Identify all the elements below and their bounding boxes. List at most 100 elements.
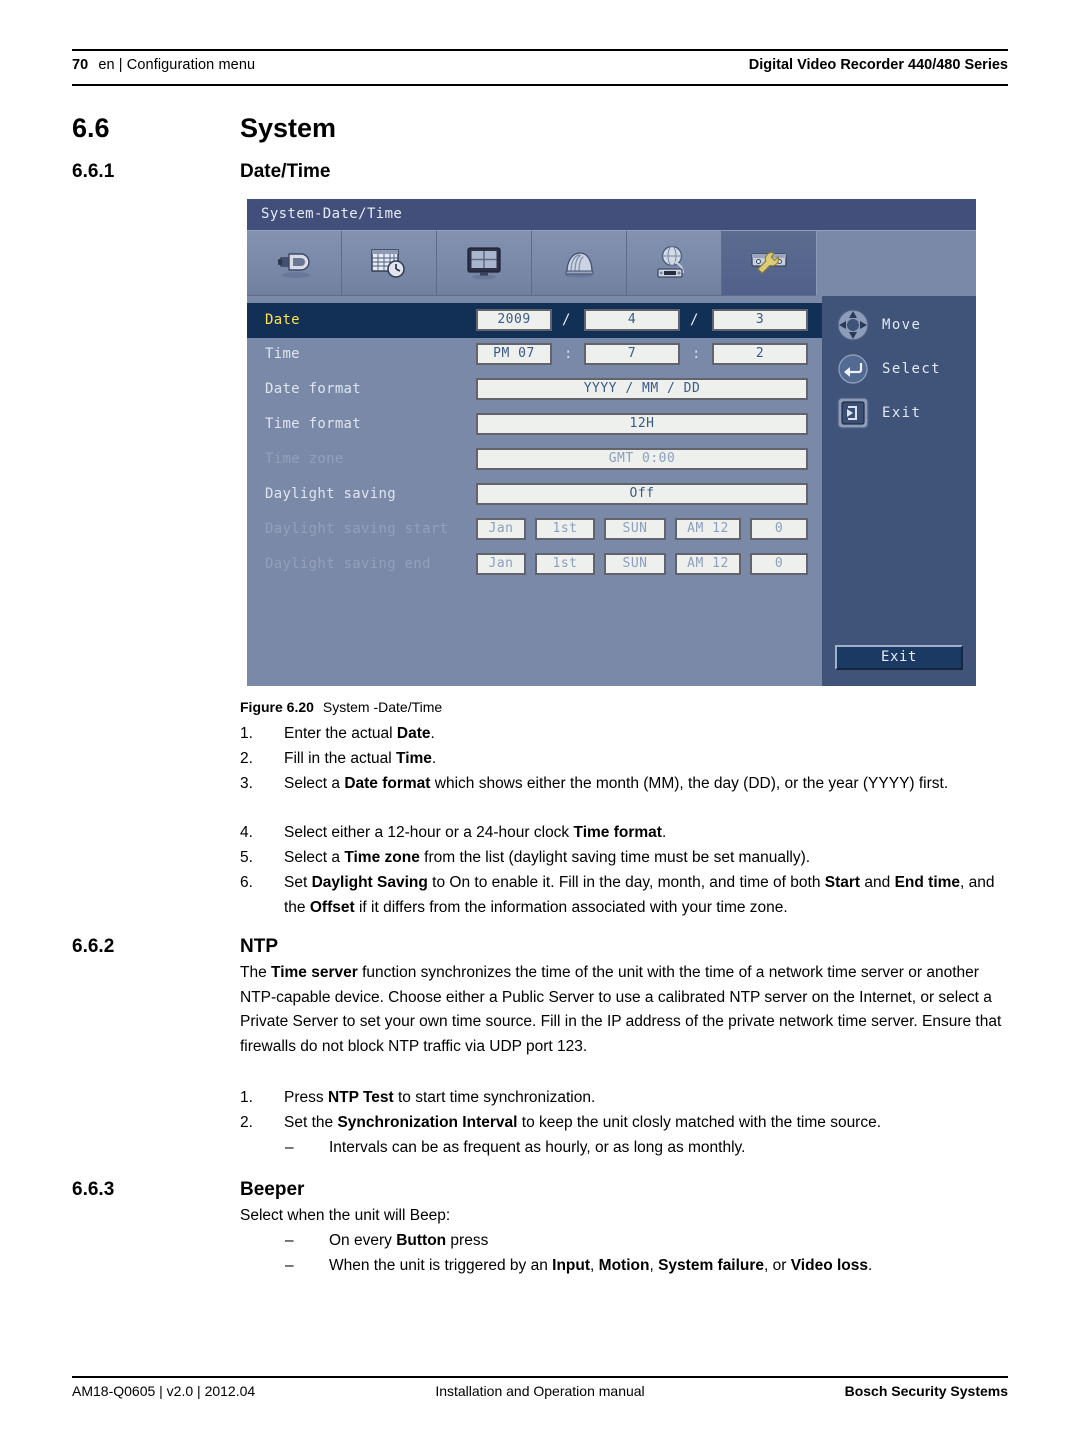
section-title-system: System <box>240 113 337 143</box>
dst-start-hour-field[interactable]: AM 12 <box>675 518 741 540</box>
beeper-item-1: – On every Button press <box>285 1229 1008 1254</box>
datetime-step-3: 3. Select a Date format which shows eith… <box>240 772 1008 797</box>
beeper-item-2: – When the unit is triggered by an Input… <box>285 1254 1008 1279</box>
settings-row-time-format[interactable]: Time format 12H <box>247 407 822 442</box>
settings-row-date-format[interactable]: Date format YYYY / MM / DD <box>247 372 822 407</box>
dst-start-weekday-field[interactable]: SUN <box>604 518 666 540</box>
time-second-field[interactable]: 2 <box>712 343 808 365</box>
dst-end-week-field[interactable]: 1st <box>535 553 595 575</box>
section-number-system: 6.6 <box>72 113 110 143</box>
ntp-paragraph: The Time server function synchronizes th… <box>240 964 1002 1055</box>
step-marker: 5. <box>240 849 253 866</box>
row-label-daylight-saving-start: Daylight saving start <box>265 521 449 537</box>
hint-exit: Exit <box>836 396 921 430</box>
toolbar-button-event[interactable] <box>532 230 627 296</box>
step-marker: 1. <box>240 725 253 742</box>
dst-end-hour-field[interactable]: AM 12 <box>675 553 741 575</box>
substep-text: Intervals can be as frequent as hourly, … <box>329 1139 746 1156</box>
date-year-field[interactable]: 2009 <box>476 309 552 331</box>
datetime-step-6: 6. Set Daylight Saving to On to enable i… <box>240 871 1008 920</box>
step-text: Fill in the actual Time. <box>284 750 437 767</box>
step-text: Set the Synchronization Interval to keep… <box>284 1114 882 1131</box>
settings-row-daylight-saving-start[interactable]: Daylight saving start Jan 1st SUN AM 12 … <box>247 512 822 547</box>
header-left-text: en | Configuration menu <box>98 57 256 73</box>
settings-row-time-zone[interactable]: Time zone GMT 0:00 <box>247 442 822 477</box>
dash-marker: – <box>285 1257 294 1274</box>
row-label-date: Date <box>265 312 300 328</box>
step-marker: 4. <box>240 824 253 841</box>
time-hour-field[interactable]: PM 07 <box>476 343 552 365</box>
system-wrench-icon <box>751 252 787 275</box>
figure-label: Figure 6.20 <box>240 699 314 715</box>
datetime-step-2: 2. Fill in the actual Time. <box>240 747 1008 772</box>
step-text: Select a Date format which shows either … <box>284 775 949 792</box>
schedule-calendar-clock-icon <box>371 249 405 278</box>
dst-start-week-field[interactable]: 1st <box>535 518 595 540</box>
event-alarm-icon <box>565 252 594 278</box>
dst-end-month-field[interactable]: Jan <box>476 553 526 575</box>
step-text: Enter the actual Date. <box>284 725 435 742</box>
dvr-titlebar: System-Date/Time <box>247 199 976 231</box>
section-title-ntp: NTP <box>240 936 278 957</box>
time-minute-field[interactable]: 7 <box>584 343 680 365</box>
row-label-daylight-saving: Daylight saving <box>265 486 396 502</box>
row-label-daylight-saving-end: Daylight saving end <box>265 556 431 572</box>
settings-row-daylight-saving-end[interactable]: Daylight saving end Jan 1st SUN AM 12 0 <box>247 547 822 582</box>
page-number: 70 <box>72 57 89 73</box>
step-marker: 3. <box>240 775 253 792</box>
step-marker: 6. <box>240 874 253 891</box>
dst-start-month-field[interactable]: Jan <box>476 518 526 540</box>
dst-start-minute-field[interactable]: 0 <box>750 518 808 540</box>
page-header-right: Digital Video Recorder 440/480 Series <box>748 57 1008 73</box>
camera-icon <box>278 253 310 278</box>
toolbar-button-system[interactable] <box>722 230 817 296</box>
toolbar-button-network[interactable] <box>627 230 722 296</box>
hint-select: Select <box>836 352 941 386</box>
beeper-intro: Select when the unit will Beep: <box>240 1207 451 1224</box>
ntp-substep-1: – Intervals can be as frequent as hourly… <box>285 1136 1008 1161</box>
dpad-icon <box>837 309 869 341</box>
dst-end-minute-field[interactable]: 0 <box>750 553 808 575</box>
step-text: Press NTP Test to start time synchroniza… <box>284 1089 596 1106</box>
datetime-step-1: 1. Enter the actual Date. <box>240 722 1008 747</box>
toolbar-button-camera[interactable] <box>247 230 342 296</box>
dst-end-weekday-field[interactable]: SUN <box>604 553 666 575</box>
hint-move: Move <box>836 308 921 342</box>
toolbar-button-display[interactable] <box>437 230 532 296</box>
dvr-settings-panel: Date 2009 / 4 / 3 Time PM 07 : 7 : 2 Dat… <box>247 296 822 686</box>
display-monitor-icon <box>467 247 501 280</box>
ntp-step-1: 1. Press NTP Test to start time synchron… <box>240 1086 1008 1111</box>
daylight-saving-field[interactable]: Off <box>476 483 808 505</box>
step-marker: 1. <box>240 1089 253 1106</box>
section-number-ntp: 6.6.2 <box>72 936 115 957</box>
step-marker: 2. <box>240 1114 253 1131</box>
date-month-field[interactable]: 4 <box>584 309 680 331</box>
row-label-date-format: Date format <box>265 381 362 397</box>
dvr-osd-screenshot: System-Date/Time Date 2009 / 4 / 3 Time … <box>247 199 976 686</box>
datetime-step-4: 4. Select either a 12-hour or a 24-hour … <box>240 821 1008 846</box>
step-text: Set Daylight Saving to On to enable it. … <box>284 874 995 916</box>
settings-row-date[interactable]: Date 2009 / 4 / 3 <box>247 303 822 338</box>
settings-row-time[interactable]: Time PM 07 : 7 : 2 <box>247 337 822 372</box>
dvr-sidebar: Move Select Exit Exit <box>822 296 976 686</box>
date-separator-1: / <box>562 312 571 328</box>
step-text: Select either a 12-hour or a 24-hour clo… <box>284 824 667 841</box>
footer-right: Bosch Security Systems <box>844 1383 1008 1399</box>
date-format-field[interactable]: YYYY / MM / DD <box>476 378 808 400</box>
time-format-field[interactable]: 12H <box>476 413 808 435</box>
time-zone-field[interactable]: GMT 0:00 <box>476 448 808 470</box>
ntp-step-2: 2. Set the Synchronization Interval to k… <box>240 1111 1008 1136</box>
enter-icon <box>838 354 868 384</box>
network-globe-icon <box>657 245 684 278</box>
date-day-field[interactable]: 3 <box>712 309 808 331</box>
dvr-exit-button[interactable]: Exit <box>835 645 963 670</box>
section-title-beeper: Beeper <box>240 1179 305 1200</box>
toolbar-button-schedule[interactable] <box>342 230 437 296</box>
row-label-time-format: Time format <box>265 416 362 432</box>
section-title-datetime: Date/Time <box>240 161 331 182</box>
header-rule-top <box>72 49 1008 51</box>
settings-row-daylight-saving[interactable]: Daylight saving Off <box>247 477 822 512</box>
document-page: 70 en | Configuration menu Digital Video … <box>0 0 1080 1441</box>
time-separator-2: : <box>692 346 701 362</box>
row-label-time: Time <box>265 346 300 362</box>
